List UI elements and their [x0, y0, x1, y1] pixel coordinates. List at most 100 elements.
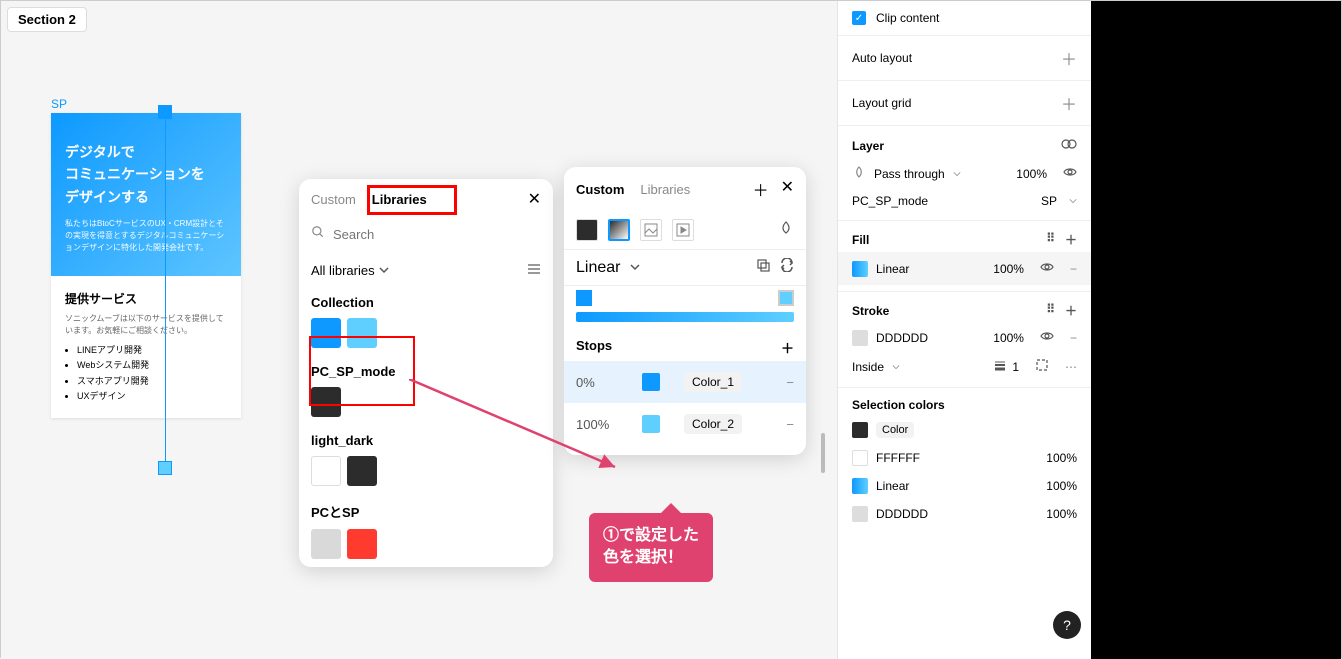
sp-frame[interactable]: デジタルで コミュニケーションを デザインする 私たちはBtoCサービスのUX・… — [51, 113, 241, 418]
color-swatch[interactable] — [852, 478, 868, 494]
selection-handle-top[interactable] — [158, 105, 172, 119]
lib-section-pcspmode: PC_SP_mode — [299, 356, 553, 425]
visibility-icon[interactable] — [1040, 260, 1054, 277]
tab-custom[interactable]: Custom — [311, 192, 356, 207]
search-row — [299, 219, 553, 254]
color-swatch[interactable] — [852, 422, 868, 438]
plus-icon[interactable]: ＋ — [1061, 91, 1077, 115]
stroke-color-row[interactable]: DDDDDD 100% − — [838, 323, 1091, 352]
checkbox-checked-icon[interactable]: ✓ — [852, 11, 866, 25]
selection-color-row[interactable]: FFFFFF 100% — [838, 444, 1091, 472]
stops-title: Stops — [576, 338, 612, 357]
blend-mode-icon — [852, 165, 866, 182]
plus-icon[interactable]: ＋ — [1065, 231, 1077, 248]
fill-row[interactable]: Linear 100% − — [838, 252, 1091, 285]
remove-stroke-icon[interactable]: − — [1070, 331, 1077, 345]
filter-label: All libraries — [311, 263, 375, 278]
gradient-fill-icon[interactable] — [608, 219, 630, 241]
selection-line — [165, 113, 166, 469]
layout-grid-row[interactable]: Layout grid ＋ — [838, 81, 1091, 126]
tab-custom[interactable]: Custom — [576, 182, 624, 197]
lib-section-pcsp: PCとSP — [299, 494, 553, 567]
rotate-icon[interactable] — [756, 258, 770, 277]
lib-section-lightdark: light_dark — [299, 425, 553, 494]
swatch[interactable] — [347, 318, 377, 348]
stop-item[interactable]: 100% Color_2 − — [564, 403, 806, 445]
stroke-swatch[interactable] — [852, 330, 868, 346]
frame-label[interactable]: SP — [51, 97, 67, 111]
plus-icon[interactable]: ＋ — [1065, 302, 1077, 319]
remove-stop-icon[interactable]: − — [786, 417, 794, 432]
styles-icon[interactable]: ⠿ — [1046, 302, 1055, 319]
filter-row[interactable]: All libraries — [299, 254, 553, 287]
stop-swatch[interactable] — [642, 373, 660, 391]
styles-icon[interactable]: ⠿ — [1046, 231, 1055, 248]
section-tag[interactable]: Section 2 — [7, 7, 87, 32]
stop-percent[interactable]: 100% — [576, 417, 618, 432]
chevron-down-icon — [1069, 194, 1077, 208]
add-stop-icon[interactable]: ＋ — [781, 338, 794, 357]
color-swatch[interactable] — [852, 506, 868, 522]
remove-fill-icon[interactable]: − — [1070, 262, 1077, 276]
body-section: 提供サービス ソニックムーブは以下のサービスを提供しています。お気軽にご相談くだ… — [51, 276, 241, 418]
lib-section-title: PC_SP_mode — [311, 364, 541, 379]
gradient-slider[interactable] — [564, 286, 806, 328]
stroke-width-icon — [994, 359, 1006, 374]
black-sidebar — [1091, 1, 1341, 659]
gradient-preview — [576, 312, 794, 322]
stop-swatch[interactable] — [642, 415, 660, 433]
selection-handle-bottom[interactable] — [158, 461, 172, 475]
swatch[interactable] — [347, 456, 377, 486]
stop-item[interactable]: 0% Color_1 − — [564, 361, 806, 403]
visibility-icon[interactable] — [1063, 165, 1077, 182]
solid-fill-icon[interactable] — [576, 219, 598, 241]
color-swatch[interactable] — [852, 450, 868, 466]
stop-name[interactable]: Color_2 — [684, 414, 742, 434]
tab-libraries[interactable]: Libraries — [640, 182, 690, 197]
more-icon[interactable]: ⋯ — [1065, 360, 1077, 374]
stroke-sides-icon[interactable] — [1035, 358, 1049, 375]
search-input[interactable] — [333, 227, 541, 242]
layer-settings-icon[interactable] — [1061, 136, 1077, 155]
flip-icon[interactable] — [780, 258, 794, 277]
close-icon[interactable]: ✕ — [781, 177, 794, 201]
chevron-down-icon — [953, 167, 961, 181]
panel-tabs: Custom Libraries ✕ — [299, 179, 553, 219]
stop-percent[interactable]: 0% — [576, 375, 618, 390]
plus-icon[interactable]: ＋ — [1061, 46, 1077, 70]
lib-section-collection: Collection — [299, 287, 553, 356]
visibility-icon[interactable] — [1040, 329, 1054, 346]
plus-icon[interactable]: ＋ — [753, 177, 769, 201]
variable-mode-row[interactable]: PC_SP_mode SP — [838, 188, 1091, 220]
lib-section-title: light_dark — [311, 433, 541, 448]
tab-libraries[interactable]: Libraries — [372, 192, 427, 207]
remove-stop-icon[interactable]: − — [786, 375, 794, 390]
list-view-icon[interactable] — [527, 262, 541, 279]
stroke-settings-row[interactable]: Inside 1 ⋯ — [838, 352, 1091, 381]
auto-layout-row[interactable]: Auto layout ＋ — [838, 36, 1091, 81]
selection-color-row[interactable]: DDDDDD 100% — [838, 500, 1091, 528]
gradient-panel[interactable]: Custom Libraries ＋ ✕ Linear — [564, 167, 806, 455]
blend-mode-row[interactable]: Pass through 100% — [838, 159, 1091, 188]
help-button[interactable]: ? — [1053, 611, 1081, 639]
selection-color-row[interactable]: Color — [838, 416, 1091, 444]
image-fill-icon[interactable] — [640, 219, 662, 241]
swatch[interactable] — [347, 529, 377, 559]
scrollbar[interactable] — [821, 433, 825, 473]
clip-content-row[interactable]: ✓ Clip content — [838, 1, 1091, 36]
selection-color-row[interactable]: Linear 100% — [838, 472, 1091, 500]
swatch[interactable] — [311, 387, 341, 417]
video-fill-icon[interactable] — [672, 219, 694, 241]
swatch[interactable] — [311, 318, 341, 348]
swatch[interactable] — [311, 456, 341, 486]
gradient-stop-right[interactable] — [778, 290, 794, 306]
libraries-panel[interactable]: Custom Libraries ✕ All libraries Collect… — [299, 179, 553, 567]
swatch[interactable] — [311, 529, 341, 559]
stroke-section: Stroke ⠿ ＋ — [838, 292, 1091, 323]
gradient-type-row[interactable]: Linear — [564, 249, 806, 286]
stop-name[interactable]: Color_1 — [684, 372, 742, 392]
gradient-stop-left[interactable] — [576, 290, 592, 306]
fill-swatch[interactable] — [852, 261, 868, 277]
blend-mode-icon[interactable] — [778, 220, 794, 241]
close-icon[interactable]: ✕ — [528, 189, 541, 209]
